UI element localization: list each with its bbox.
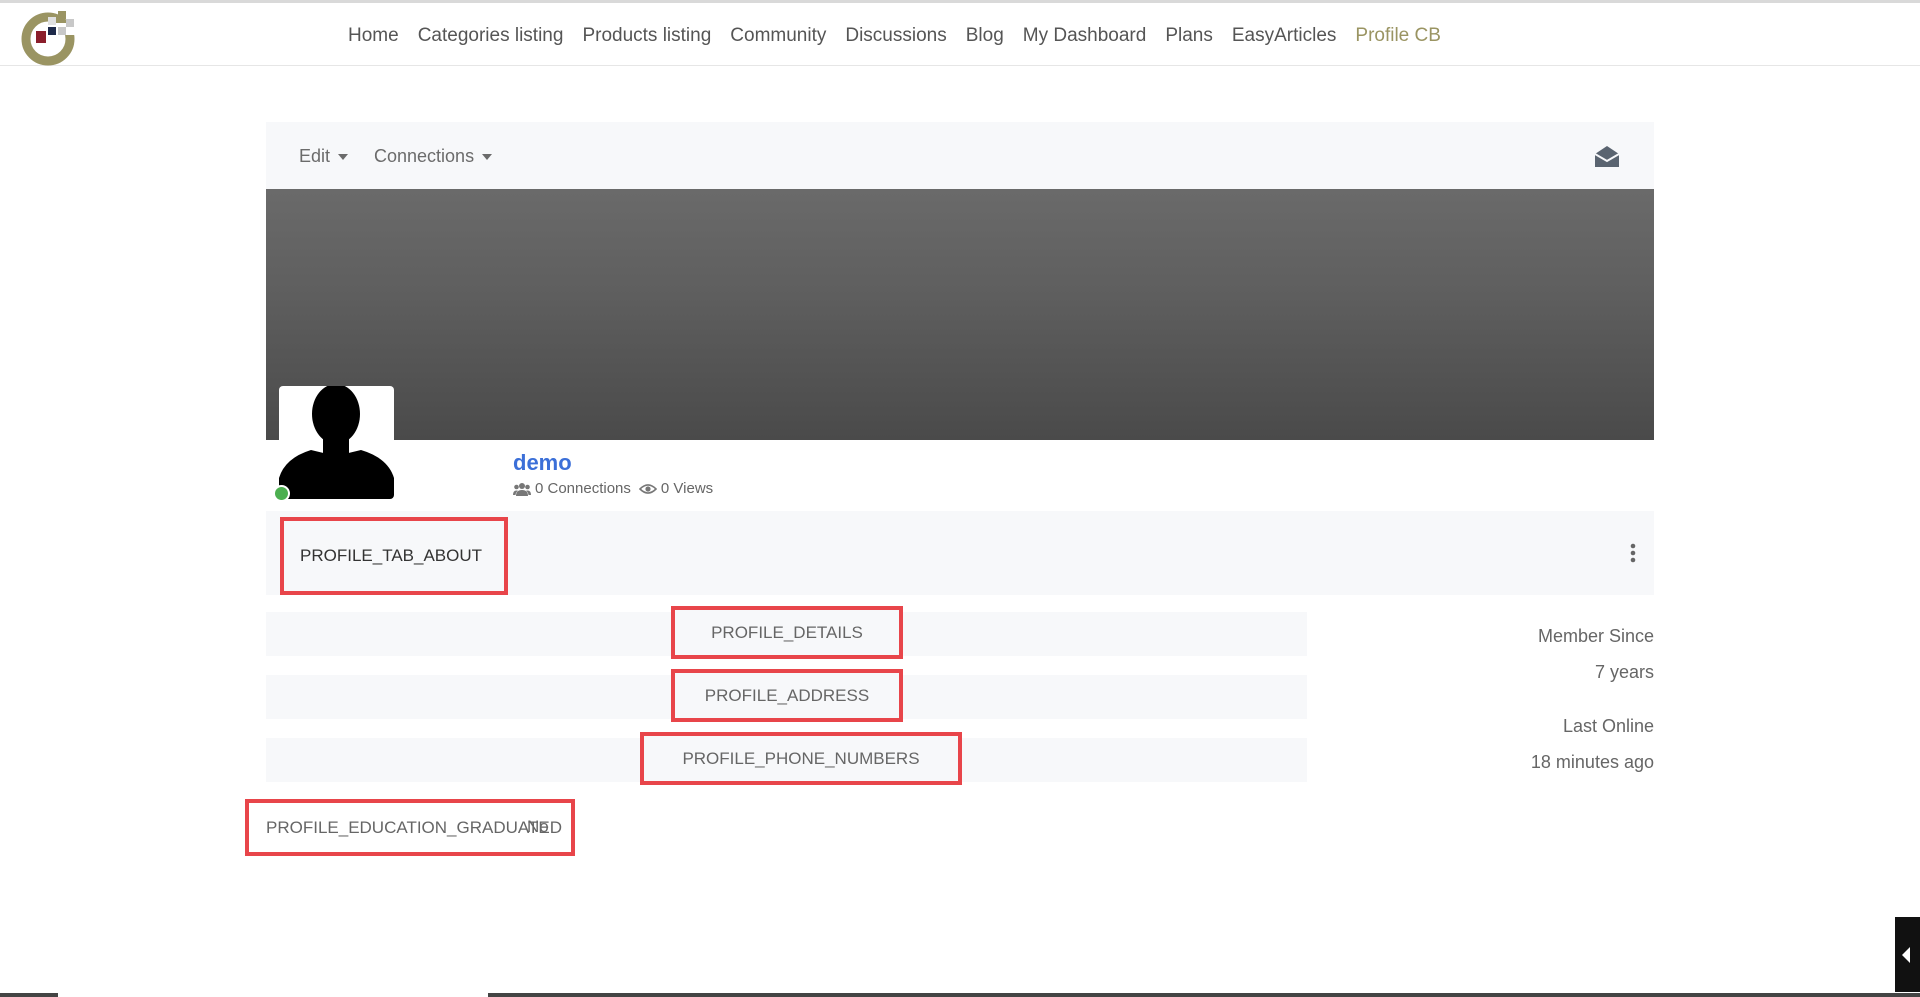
- profile-education-field: PROFILE_EDUCATION_GRADUATED No: [245, 799, 575, 856]
- profile-address-row: PROFILE_ADDRESS: [266, 669, 1307, 722]
- profile-container: Edit Connections demo 0 Connections 0 Vi…: [245, 122, 1654, 856]
- site-logo[interactable]: [18, 5, 82, 69]
- nav-my-dashboard[interactable]: My Dashboard: [1023, 25, 1147, 47]
- connections-label: Connections: [374, 146, 475, 166]
- nav-discussions[interactable]: Discussions: [845, 25, 946, 47]
- profile-details-label: PROFILE_DETAILS: [671, 606, 903, 659]
- profile-tab-bar: PROFILE_TAB_ABOUT: [266, 511, 1654, 595]
- member-since-value: 7 years: [1594, 662, 1654, 682]
- profile-stats: 0 Connections 0 Views: [513, 480, 713, 497]
- nav-products-listing[interactable]: Products listing: [582, 25, 711, 47]
- connections-stat[interactable]: 0 Connections: [513, 480, 631, 497]
- nav-home[interactable]: Home: [348, 25, 399, 47]
- envelope-open-icon[interactable]: [1593, 143, 1621, 169]
- caret-down-icon: [482, 153, 493, 160]
- nav-plans[interactable]: Plans: [1165, 25, 1213, 47]
- profile-avatar[interactable]: [279, 386, 394, 499]
- views-count: 0 Views: [660, 480, 714, 497]
- caret-left-icon: [1902, 947, 1910, 963]
- education-graduated-value: No: [527, 817, 549, 836]
- caret-down-icon: [338, 153, 349, 160]
- nav-community[interactable]: Community: [730, 25, 826, 47]
- online-status-indicator: [273, 485, 290, 502]
- site-header: Home Categories listing Products listing…: [0, 3, 1920, 66]
- education-graduated-label: PROFILE_EDUCATION_GRADUATED: [266, 817, 562, 837]
- profile-details-row: PROFILE_DETAILS: [266, 606, 1307, 659]
- views-stat: 0 Views: [638, 480, 714, 497]
- last-online-label: Last Online: [1562, 716, 1654, 736]
- avatar-silhouette-icon: [279, 386, 394, 499]
- users-icon: [513, 482, 531, 496]
- profile-username[interactable]: demo: [513, 450, 572, 476]
- edit-dropdown[interactable]: Edit: [299, 146, 349, 167]
- main-nav: Home Categories listing Products listing…: [348, 25, 1460, 47]
- profile-address-label: PROFILE_ADDRESS: [671, 669, 903, 722]
- nav-profile-cb[interactable]: Profile CB: [1355, 25, 1441, 47]
- eye-icon: [638, 483, 657, 494]
- nav-easyarticles[interactable]: EasyArticles: [1232, 25, 1337, 47]
- nav-categories-listing[interactable]: Categories listing: [418, 25, 564, 47]
- profile-toolbar: Edit Connections: [266, 122, 1654, 189]
- connections-count: 0 Connections: [535, 480, 631, 497]
- profile-phone-numbers-label: PROFILE_PHONE_NUMBERS: [640, 732, 962, 785]
- side-panel-toggle[interactable]: [1895, 917, 1920, 992]
- bottom-border-gap: [58, 993, 488, 997]
- profile-cover-image: [266, 189, 1654, 440]
- last-online-value: 18 minutes ago: [1530, 752, 1654, 772]
- edit-label: Edit: [299, 146, 331, 166]
- tab-about[interactable]: PROFILE_TAB_ABOUT: [280, 517, 508, 595]
- more-options-icon[interactable]: [1630, 543, 1636, 563]
- profile-phone-row: PROFILE_PHONE_NUMBERS: [266, 732, 1307, 785]
- member-since-label: Member Since: [1537, 626, 1654, 646]
- connections-dropdown[interactable]: Connections: [374, 146, 493, 167]
- nav-blog[interactable]: Blog: [966, 25, 1004, 47]
